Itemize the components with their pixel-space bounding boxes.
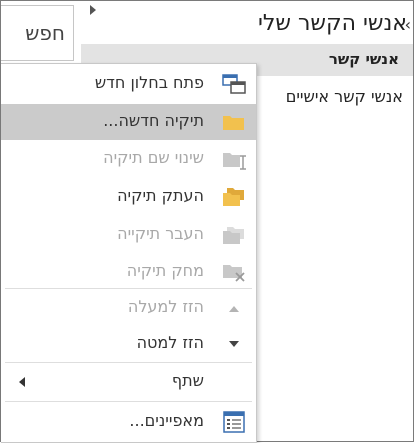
properties-icon [222,411,246,433]
menu-item-label: שינוי שם תיקיה [103,148,204,167]
new-folder-icon [222,111,246,133]
context-menu: פתח בחלון חדש תיקיה חדשה... שינוי שם תיק… [1,63,257,443]
share-submenu-arrow-icon [19,377,25,387]
menu-item-label: מאפיינים... [129,411,204,430]
menu-item-properties[interactable]: מאפיינים... [1,404,256,440]
open-in-new-window-icon [222,73,246,95]
chevron-left-icon[interactable]: ‹ [405,15,411,34]
menu-item-label: פתח בחלון חדש [94,73,204,92]
menu-item-label: הזז למטה [136,333,204,352]
menu-item-move-folder[interactable]: העבר תיקייה [1,217,256,253]
collapse-pane-arrow-icon[interactable] [90,5,96,15]
folder-item-label: אנשי קשר אישיים [285,87,403,106]
search-box[interactable]: חפש [1,5,74,61]
copy-folder-icon [222,186,246,208]
pane-title-text: אנשי הקשר שלי [257,11,407,36]
menu-separator [5,362,252,363]
pane-title[interactable]: אנשי הקשר שלי [258,11,407,36]
menu-item-new-folder[interactable]: תיקיה חדשה... [1,104,256,140]
menu-item-share[interactable]: שתף [1,364,256,400]
rename-folder-icon [222,148,246,170]
folder-item-personal-contacts[interactable]: אנשי קשר אישיים [286,87,403,106]
menu-item-label: תיקיה חדשה... [103,111,204,130]
menu-item-delete-folder[interactable]: מחק תיקיה [1,254,256,290]
move-up-icon [222,297,246,319]
menu-item-label: מחק תיקיה [126,261,204,280]
window-frame: חפש אנשי הקשר שלי ‹ אנשי קשר אנשי קשר אי… [0,0,414,443]
menu-separator [5,401,252,402]
menu-item-label: שתף [171,371,204,390]
section-header-label: אנשי קשר [328,50,399,68]
menu-item-label: העבר תיקייה [117,224,204,243]
menu-item-copy-folder[interactable]: העתק תיקיה [1,179,256,215]
menu-item-move-down[interactable]: הזז למטה [1,326,256,362]
search-label: חפש [25,21,65,45]
menu-item-label: הזז למעלה [127,297,204,316]
menu-item-move-up[interactable]: הזז למעלה [1,290,256,326]
menu-separator [5,288,252,289]
move-folder-icon [222,224,246,246]
menu-item-rename-folder[interactable]: שינוי שם תיקיה [1,141,256,177]
delete-folder-icon [222,261,246,283]
menu-item-label: העתק תיקיה [117,186,204,205]
move-down-icon [222,333,246,355]
menu-item-open-new-window[interactable]: פתח בחלון חדש [1,66,256,102]
